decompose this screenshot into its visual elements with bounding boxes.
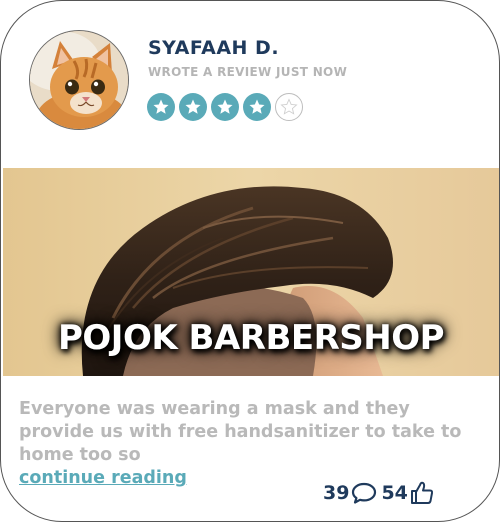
comment-count: 39 bbox=[323, 482, 350, 504]
reviewer-name[interactable]: SYAFAAH D. bbox=[148, 37, 279, 59]
star-rating bbox=[147, 93, 303, 121]
review-meta: WROTE A REVIEW JUST NOW bbox=[148, 65, 348, 79]
place-name: POJOK BARBERSHOP bbox=[57, 318, 445, 358]
thumbs-up-icon[interactable] bbox=[409, 480, 435, 506]
avatar[interactable] bbox=[29, 30, 129, 130]
review-card: SYAFAAH D. WROTE A REVIEW JUST NOW POJOK… bbox=[0, 0, 500, 522]
star-empty-icon bbox=[275, 93, 303, 121]
star-icon bbox=[211, 93, 239, 121]
place-banner[interactable]: POJOK BARBERSHOP bbox=[3, 168, 499, 376]
review-body: Everyone was wearing a mask and they pro… bbox=[19, 398, 489, 490]
review-stats: 39 54 bbox=[323, 480, 435, 506]
star-icon bbox=[243, 93, 271, 121]
star-icon bbox=[147, 93, 175, 121]
cat-avatar-icon bbox=[30, 31, 128, 129]
comment-bubble-icon[interactable] bbox=[351, 481, 377, 505]
like-count: 54 bbox=[381, 482, 408, 504]
review-text: Everyone was wearing a mask and they pro… bbox=[19, 399, 462, 465]
star-icon bbox=[179, 93, 207, 121]
